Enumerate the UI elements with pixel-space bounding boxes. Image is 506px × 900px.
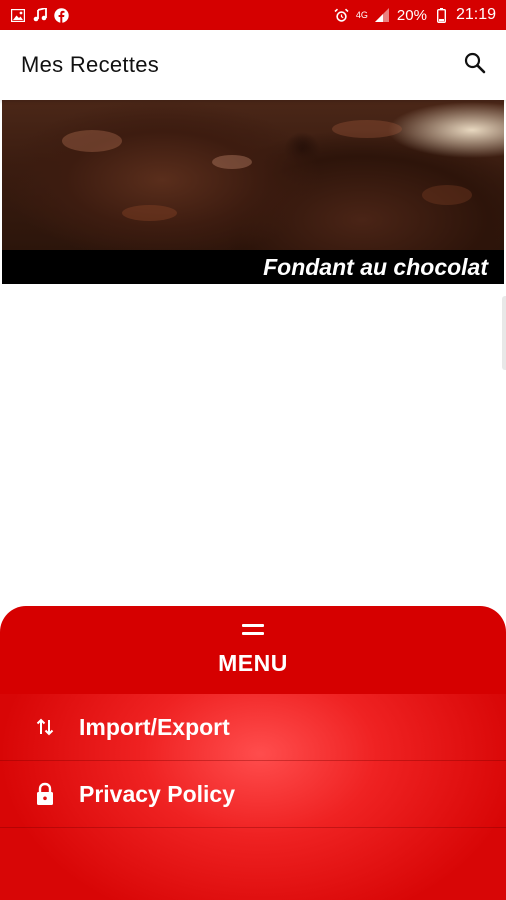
- drag-handle-icon[interactable]: [242, 624, 264, 635]
- app-title: Mes Recettes: [21, 52, 160, 77]
- recipe-card[interactable]: Fondant au chocolat: [2, 100, 504, 284]
- swap-vertical-icon: [33, 715, 57, 739]
- menu-item-label: Privacy Policy: [79, 780, 235, 807]
- menu-sheet: MENU Import/Export Privacy Policy: [0, 606, 506, 900]
- music-note-icon: [32, 8, 47, 23]
- search-button[interactable]: [460, 50, 490, 80]
- menu-item-import-export[interactable]: Import/Export: [0, 694, 506, 761]
- network-type: 4G: [355, 9, 368, 20]
- menu-item-label: Import/Export: [79, 713, 230, 740]
- facebook-icon: [54, 7, 69, 23]
- image-icon: [10, 8, 25, 23]
- menu-list: Import/Export Privacy Policy: [0, 694, 506, 900]
- recipe-caption: Fondant au chocolat: [2, 250, 504, 284]
- clock: 21:19: [455, 6, 496, 23]
- scroll-indicator[interactable]: [502, 296, 506, 370]
- menu-item-privacy-policy[interactable]: Privacy Policy: [0, 761, 506, 828]
- menu-header[interactable]: MENU: [0, 606, 506, 694]
- battery-percent: 20%: [396, 6, 427, 24]
- search-icon: [464, 52, 486, 79]
- alarm-icon: [334, 8, 349, 23]
- app-bar: Mes Recettes: [0, 30, 506, 100]
- recipe-photo: [2, 100, 504, 250]
- status-right: 4G 20% 21:19: [334, 6, 496, 24]
- signal-icon: [374, 8, 390, 23]
- menu-title: MENU: [218, 650, 288, 676]
- lock-icon: [33, 782, 57, 806]
- battery-icon: [434, 7, 449, 23]
- recipe-name: Fondant au chocolat: [263, 253, 488, 280]
- status-bar: 4G 20% 21:19: [0, 0, 506, 30]
- status-left: [10, 7, 69, 23]
